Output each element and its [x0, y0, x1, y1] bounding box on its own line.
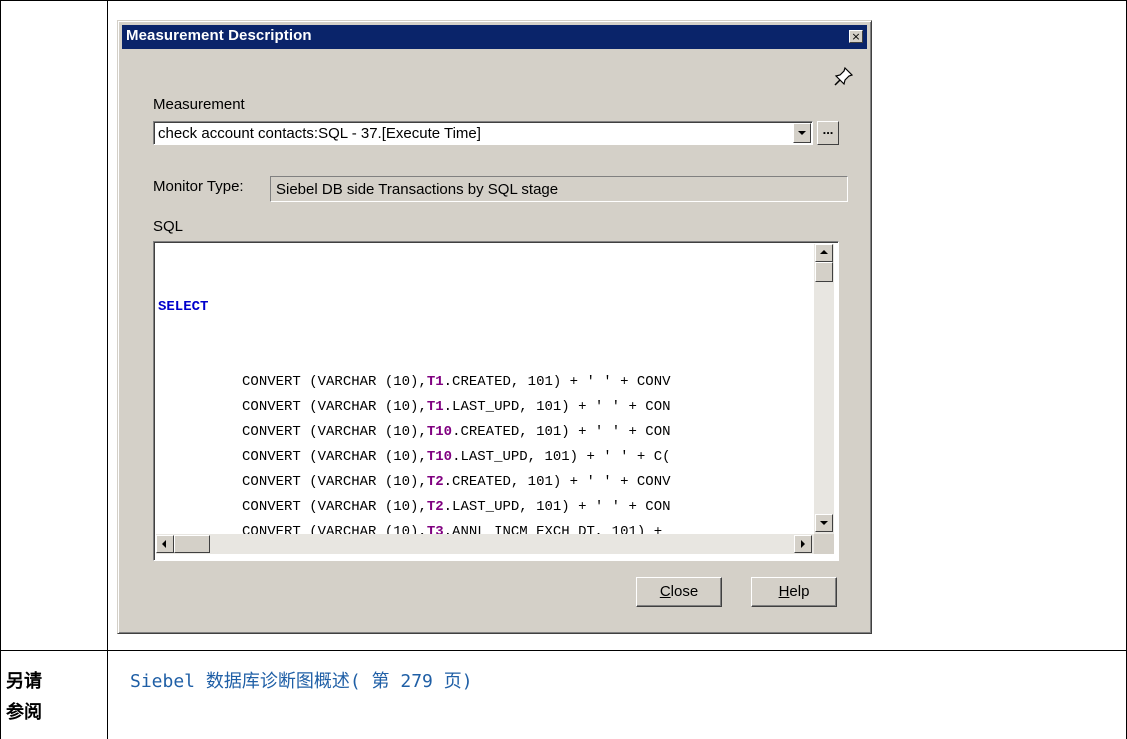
arrow-up-icon: [820, 250, 828, 254]
arrow-down-icon: [820, 521, 828, 525]
sql-line: CONVERT (VARCHAR (10),T10.LAST_UPD, 101)…: [158, 445, 808, 470]
horizontal-scrollbar[interactable]: [156, 534, 814, 554]
scrollbar-corner: [814, 534, 834, 554]
sql-label: SQL: [153, 218, 184, 235]
sql-line-suffix: .CREATED, 101) + ' ' + CONV: [443, 474, 671, 490]
sql-line: CONVERT (VARCHAR (10),T10.CREATED, 101) …: [158, 420, 808, 445]
sql-line-suffix: .CREATED, 101) + ' ' + CONV: [443, 374, 671, 390]
table-row-divider: [0, 650, 1127, 651]
browse-button[interactable]: ...: [817, 121, 839, 145]
measurement-combobox[interactable]: check account contacts:SQL - 37.[Execute…: [153, 121, 813, 145]
arrow-left-icon: [162, 540, 166, 548]
dropdown-button[interactable]: [793, 123, 811, 143]
scroll-down-button[interactable]: [815, 514, 833, 532]
monitor-type-field: Siebel DB side Transactions by SQL stage: [270, 176, 848, 202]
pushpin-icon[interactable]: [833, 65, 855, 87]
sql-line: CONVERT (VARCHAR (10),T3.ANNL_INCM_EXCH_…: [158, 520, 808, 535]
monitor-type-label: Monitor Type:: [153, 178, 244, 195]
monitor-type-value: Siebel DB side Transactions by SQL stage: [276, 181, 559, 198]
sql-line-suffix: .LAST_UPD, 101) + ' ' + C(: [452, 449, 671, 465]
help-button-label: Help: [778, 583, 810, 600]
sql-line-suffix: .LAST_UPD, 101) + ' ' + CON: [443, 399, 671, 415]
scroll-left-button[interactable]: [156, 535, 174, 553]
sql-line-prefix: CONVERT (VARCHAR (10),: [158, 449, 427, 465]
sql-keyword-line: SELECT: [158, 295, 808, 320]
see-also-label: 另请参阅: [6, 671, 42, 723]
sql-table-alias: T10: [426, 424, 453, 440]
scroll-up-button[interactable]: [815, 244, 833, 262]
sql-lines: CONVERT (VARCHAR (10),T1.CREATED, 101) +…: [158, 370, 808, 535]
sql-keyword: SELECT: [158, 299, 209, 315]
sql-line-prefix: CONVERT (VARCHAR (10),: [158, 499, 427, 515]
sql-line-prefix: CONVERT (VARCHAR (10),: [158, 399, 427, 415]
sql-line-suffix: .CREATED, 101) + ' ' + CON: [452, 424, 671, 440]
table-left-border: [0, 0, 1, 739]
close-icon[interactable]: ×: [849, 30, 863, 43]
sql-table-alias: T1: [426, 374, 444, 390]
sql-line: CONVERT (VARCHAR (10),T1.LAST_UPD, 101) …: [158, 395, 808, 420]
sql-table-alias: T10: [426, 449, 453, 465]
close-button-label: Close: [659, 583, 699, 600]
vertical-scroll-thumb[interactable]: [815, 262, 833, 282]
sql-line-suffix: .LAST_UPD, 101) + ' ' + CON: [443, 499, 671, 515]
sql-table-alias: T2: [426, 474, 444, 490]
sql-content: SELECT CONVERT (VARCHAR (10),T1.CREATED,…: [158, 245, 808, 535]
sql-line-prefix: CONVERT (VARCHAR (10),: [158, 424, 427, 440]
sql-line: CONVERT (VARCHAR (10),T2.CREATED, 101) +…: [158, 470, 808, 495]
vertical-scrollbar[interactable]: [814, 244, 834, 534]
sql-line-prefix: CONVERT (VARCHAR (10),: [158, 474, 427, 490]
scroll-right-button[interactable]: [794, 535, 812, 553]
sql-line-prefix: CONVERT (VARCHAR (10),: [158, 374, 427, 390]
dialog-titlebar[interactable]: Measurement Description ×: [122, 25, 867, 49]
help-button[interactable]: Help: [751, 577, 837, 607]
sql-line: CONVERT (VARCHAR (10),T2.LAST_UPD, 101) …: [158, 495, 808, 520]
sql-line: CONVERT (VARCHAR (10),T1.CREATED, 101) +…: [158, 370, 808, 395]
sql-table-alias: T2: [426, 499, 444, 515]
dialog-title: Measurement Description: [126, 27, 312, 44]
measurement-description-dialog: Measurement Description × Measurement ch…: [117, 20, 872, 634]
sql-text-area[interactable]: SELECT CONVERT (VARCHAR (10),T1.CREATED,…: [153, 241, 839, 561]
arrow-right-icon: [801, 540, 805, 548]
measurement-value: check account contacts:SQL - 37.[Execute…: [158, 125, 481, 142]
table-top-border: [0, 0, 1127, 1]
horizontal-scroll-thumb[interactable]: [174, 535, 210, 553]
table-column-divider: [107, 0, 108, 739]
measurement-label: Measurement: [153, 96, 245, 113]
see-also-link[interactable]: Siebel 数据库诊断图概述( 第 279 页): [130, 667, 473, 693]
sql-table-alias: T1: [426, 399, 444, 415]
chevron-down-icon: [798, 131, 806, 135]
close-button[interactable]: Close: [636, 577, 722, 607]
